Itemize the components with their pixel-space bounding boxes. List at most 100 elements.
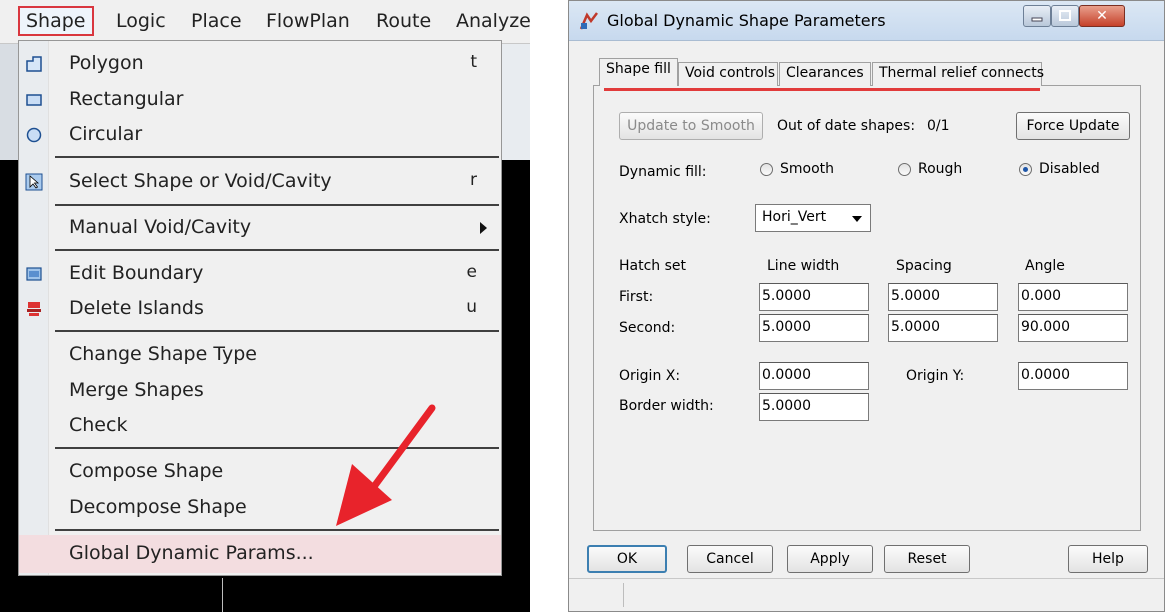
menu-item-edit-boundary[interactable]: Edit Boundary e bbox=[19, 257, 501, 291]
minimize-button[interactable] bbox=[1023, 5, 1051, 27]
force-update-button[interactable]: Force Update bbox=[1016, 112, 1130, 140]
status-bar bbox=[569, 578, 1164, 610]
menu-bar: Shape Logic Place FlowPlan Route Analyze bbox=[0, 0, 530, 44]
smooth-radio[interactable] bbox=[760, 163, 773, 176]
menu-item-label: Edit Boundary bbox=[69, 262, 204, 284]
separator bbox=[55, 156, 499, 158]
origin-y-label: Origin Y: bbox=[906, 368, 965, 384]
xhatch-style-select[interactable]: Hori_Vert bbox=[755, 204, 871, 232]
menu-item-label: Global Dynamic Params... bbox=[69, 542, 314, 564]
menu-analyze[interactable]: Analyze bbox=[456, 10, 530, 32]
red-underline-annotation bbox=[604, 88, 1040, 91]
red-arrow-annotation bbox=[336, 404, 436, 526]
menu-item-polygon[interactable]: Polygon t bbox=[19, 47, 501, 81]
first-line-width-input[interactable]: 5.0000 bbox=[759, 283, 869, 311]
tab-void-controls[interactable]: Void controls bbox=[678, 62, 778, 86]
tab-thermal-relief-connects[interactable]: Thermal relief connects bbox=[872, 62, 1044, 86]
title-bar: Global Dynamic Shape Parameters ✕ bbox=[569, 1, 1164, 41]
menu-place[interactable]: Place bbox=[191, 10, 242, 32]
separator bbox=[55, 249, 499, 251]
angle-header: Angle bbox=[1025, 258, 1065, 274]
toolbar-strip-right bbox=[500, 44, 530, 160]
separator bbox=[55, 204, 499, 206]
dynamic-fill-label: Dynamic fill: bbox=[619, 164, 707, 180]
reset-button[interactable]: Reset bbox=[884, 545, 970, 573]
chevron-down-icon bbox=[852, 216, 862, 222]
close-button[interactable]: ✕ bbox=[1079, 5, 1125, 27]
first-spacing-input[interactable]: 5.0000 bbox=[888, 283, 998, 311]
menu-item-manual-void[interactable]: Manual Void/Cavity bbox=[19, 211, 501, 245]
disabled-radio[interactable] bbox=[1019, 163, 1032, 176]
second-spacing-input[interactable]: 5.0000 bbox=[888, 314, 998, 342]
separator bbox=[55, 330, 499, 332]
menu-item-select-shape[interactable]: Select Shape or Void/Cavity r bbox=[19, 165, 501, 199]
menu-item-global-dynamic-params[interactable]: Global Dynamic Params... bbox=[19, 535, 501, 573]
close-icon: ✕ bbox=[1096, 8, 1108, 24]
divider bbox=[222, 578, 223, 612]
help-button[interactable]: Help bbox=[1068, 545, 1148, 573]
maximize-icon bbox=[1059, 10, 1071, 21]
menu-item-label: Merge Shapes bbox=[69, 379, 204, 401]
rough-label: Rough bbox=[918, 161, 963, 177]
tab-clearances[interactable]: Clearances bbox=[779, 62, 871, 86]
menu-logic[interactable]: Logic bbox=[116, 10, 166, 32]
out-of-date-value: 0/1 bbox=[927, 118, 950, 134]
canvas-area-bottom bbox=[20, 576, 500, 612]
update-to-smooth-button[interactable]: Update to Smooth bbox=[619, 112, 763, 140]
origin-x-label: Origin X: bbox=[619, 368, 681, 384]
tab-shape-fill[interactable]: Shape fill bbox=[599, 58, 678, 86]
menu-item-change-shape-type[interactable]: Change Shape Type bbox=[19, 338, 501, 372]
first-angle-input[interactable]: 0.000 bbox=[1018, 283, 1128, 311]
line-width-header: Line width bbox=[767, 258, 840, 274]
shortcut: e bbox=[466, 262, 477, 282]
dialog-title: Global Dynamic Shape Parameters bbox=[607, 11, 886, 30]
menu-flowplan[interactable]: FlowPlan bbox=[266, 10, 350, 32]
border-width-input[interactable]: 5.0000 bbox=[759, 393, 869, 421]
menu-item-label: Circular bbox=[69, 123, 143, 145]
canvas-area bbox=[500, 160, 530, 612]
second-label: Second: bbox=[619, 320, 676, 336]
border-width-label: Border width: bbox=[619, 398, 714, 414]
menu-item-label: Rectangular bbox=[69, 88, 184, 110]
second-line-width-input[interactable]: 5.0000 bbox=[759, 314, 869, 342]
origin-y-input[interactable]: 0.0000 bbox=[1018, 362, 1128, 390]
menu-item-label: Polygon bbox=[69, 52, 144, 74]
xhatch-style-value: Hori_Vert bbox=[762, 209, 827, 225]
cancel-button[interactable]: Cancel bbox=[687, 545, 773, 573]
menu-screenshot: Shape Logic Place FlowPlan Route Analyze… bbox=[0, 0, 530, 612]
second-angle-input[interactable]: 90.000 bbox=[1018, 314, 1128, 342]
edit-boundary-icon bbox=[26, 267, 42, 281]
hatch-set-label: Hatch set bbox=[619, 258, 687, 274]
select-cursor-icon bbox=[25, 173, 43, 191]
xhatch-style-label: Xhatch style: bbox=[619, 211, 711, 227]
menu-item-label: Check bbox=[69, 414, 128, 436]
menu-item-rectangular[interactable]: Rectangular bbox=[19, 83, 501, 117]
menu-item-label: Delete Islands bbox=[69, 297, 204, 319]
origin-x-input[interactable]: 0.0000 bbox=[759, 362, 869, 390]
out-of-date-label: Out of date shapes: bbox=[777, 118, 916, 134]
menu-item-label: Manual Void/Cavity bbox=[69, 216, 252, 238]
shortcut: t bbox=[470, 52, 477, 72]
menu-shape[interactable]: Shape bbox=[18, 6, 94, 36]
menu-route[interactable]: Route bbox=[376, 10, 431, 32]
smooth-label: Smooth bbox=[780, 161, 835, 177]
spacing-header: Spacing bbox=[896, 258, 952, 274]
minimize-icon bbox=[1031, 17, 1043, 22]
polygon-icon bbox=[26, 56, 42, 72]
submenu-arrow-icon bbox=[480, 222, 487, 234]
disabled-label: Disabled bbox=[1039, 161, 1100, 177]
first-label: First: bbox=[619, 289, 654, 305]
delete-islands-icon bbox=[27, 302, 41, 316]
rough-radio[interactable] bbox=[898, 163, 911, 176]
rectangle-icon bbox=[26, 94, 42, 106]
shortcut: u bbox=[466, 297, 477, 317]
ok-button[interactable]: OK bbox=[587, 545, 667, 573]
shortcut: r bbox=[470, 170, 477, 190]
apply-button[interactable]: Apply bbox=[787, 545, 873, 573]
menu-item-label: Change Shape Type bbox=[69, 343, 257, 365]
menu-item-delete-islands[interactable]: Delete Islands u bbox=[19, 292, 501, 326]
menu-item-label: Select Shape or Void/Cavity bbox=[69, 170, 332, 192]
menu-item-circular[interactable]: Circular bbox=[19, 118, 501, 152]
maximize-button[interactable] bbox=[1051, 5, 1079, 27]
menu-item-label: Decompose Shape bbox=[69, 496, 247, 518]
